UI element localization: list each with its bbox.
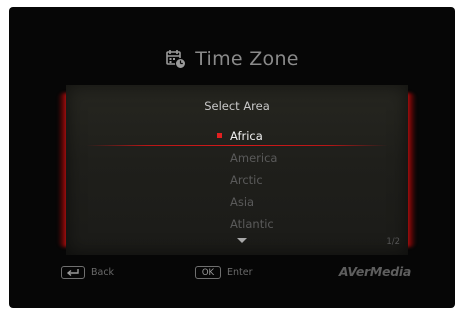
footer-hints: Back OK Enter AVerMedia bbox=[9, 264, 455, 284]
list-item-label: Arctic bbox=[230, 173, 263, 187]
list-item-africa[interactable]: Africa bbox=[66, 125, 408, 147]
list-item-label: Asia bbox=[230, 195, 255, 209]
selected-bullet-icon bbox=[217, 133, 222, 138]
title-bar: Time Zone bbox=[9, 45, 455, 73]
page-indicator: 1/2 bbox=[386, 237, 400, 247]
enter-label: Enter bbox=[227, 267, 253, 278]
brand-logo: AVerMedia bbox=[338, 264, 411, 279]
back-button[interactable]: Back bbox=[61, 266, 114, 279]
panel-body: Select Area Africa America Arctic Asia A… bbox=[66, 85, 408, 255]
calendar-clock-icon bbox=[165, 48, 187, 70]
ok-key-icon: OK bbox=[195, 266, 221, 279]
return-arrow-icon bbox=[61, 266, 85, 279]
area-list: Africa America Arctic Asia Atlantic bbox=[66, 125, 408, 235]
arrow-down-icon[interactable] bbox=[237, 238, 247, 243]
list-item-asia[interactable]: Asia bbox=[66, 191, 408, 213]
page-title: Time Zone bbox=[195, 48, 299, 70]
list-item-label: America bbox=[230, 151, 278, 165]
list-item-label: Africa bbox=[230, 129, 263, 143]
back-label: Back bbox=[91, 267, 115, 278]
list-item-arctic[interactable]: Arctic bbox=[66, 169, 408, 191]
enter-button[interactable]: OK Enter bbox=[195, 266, 253, 279]
screen: Time Zone Select Area Africa America Arc… bbox=[9, 7, 455, 308]
list-item-america[interactable]: America bbox=[66, 147, 408, 169]
list-item-label: Atlantic bbox=[230, 217, 274, 231]
select-area-panel: Select Area Africa America Arctic Asia A… bbox=[58, 85, 416, 255]
list-item-atlantic[interactable]: Atlantic bbox=[66, 213, 408, 235]
panel-heading: Select Area bbox=[204, 99, 270, 113]
